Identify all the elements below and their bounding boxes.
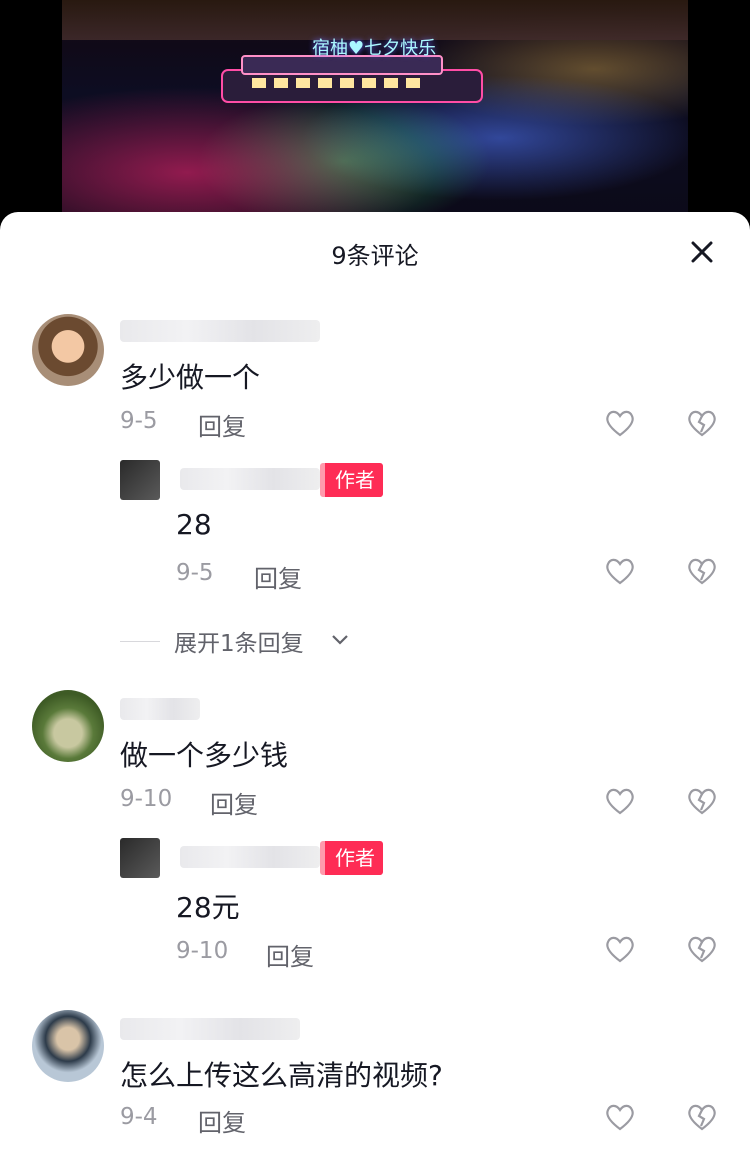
video-overlay-text: 宿柚♥七夕快乐 <box>312 38 437 59</box>
author-username-blurred[interactable] <box>180 468 320 490</box>
reply-button[interactable]: 回复 <box>198 407 246 442</box>
heart-outline-icon[interactable] <box>604 786 636 816</box>
comment-text: 做一个多少钱 <box>120 739 289 772</box>
reply-date: 9-5 <box>176 560 214 586</box>
reply-button[interactable]: 回复 <box>254 559 302 594</box>
reply-button[interactable]: 回复 <box>210 785 258 820</box>
broken-heart-icon[interactable] <box>686 556 718 586</box>
avatar[interactable] <box>32 690 104 762</box>
reply-button[interactable]: 回复 <box>266 937 314 972</box>
username-blurred[interactable] <box>120 1018 300 1040</box>
author-badge: 作者 <box>320 841 383 875</box>
username-blurred[interactable] <box>120 320 320 342</box>
broken-heart-icon[interactable] <box>686 934 718 964</box>
comment-count-title: 9条评论 <box>331 242 419 270</box>
author-avatar[interactable] <box>120 838 160 878</box>
comment-text: 多少做一个 <box>120 361 261 394</box>
heart-outline-icon[interactable] <box>604 556 636 586</box>
reply-text: 28 <box>176 508 212 541</box>
reply-button[interactable]: 回复 <box>198 1103 246 1138</box>
heart-outline-icon[interactable] <box>604 408 636 438</box>
divider-line <box>120 641 160 642</box>
expand-replies-label[interactable]: 展开1条回复 <box>174 624 304 658</box>
author-avatar[interactable] <box>120 460 160 500</box>
broken-heart-icon[interactable] <box>686 408 718 438</box>
heart-outline-icon[interactable] <box>604 1102 636 1132</box>
author-badge: 作者 <box>320 463 383 497</box>
reply-date: 9-10 <box>176 938 229 964</box>
expand-replies[interactable]: 展开1条回复 <box>120 624 520 658</box>
close-icon[interactable] <box>684 234 720 270</box>
broken-heart-icon[interactable] <box>686 786 718 816</box>
comment-date: 9-4 <box>120 1104 158 1130</box>
comment-date: 9-10 <box>120 786 173 812</box>
chevron-down-icon[interactable] <box>330 632 350 648</box>
comment-sheet: 9条评论 多少做一个 9-5 回复 作者 28 9-5 回复 展开1条回复 做一… <box>0 212 750 1150</box>
broken-heart-icon[interactable] <box>686 1102 718 1132</box>
avatar[interactable] <box>32 314 104 386</box>
reply-text: 28元 <box>176 891 240 924</box>
avatar[interactable] <box>32 1010 104 1082</box>
comment-date: 9-5 <box>120 408 158 434</box>
heart-outline-icon[interactable] <box>604 934 636 964</box>
video-player[interactable]: 宿柚♥七夕快乐 <box>62 0 688 230</box>
author-username-blurred[interactable] <box>180 846 320 868</box>
comment-text: 怎么上传这么高清的视频? <box>120 1059 443 1092</box>
username-blurred[interactable] <box>120 698 200 720</box>
